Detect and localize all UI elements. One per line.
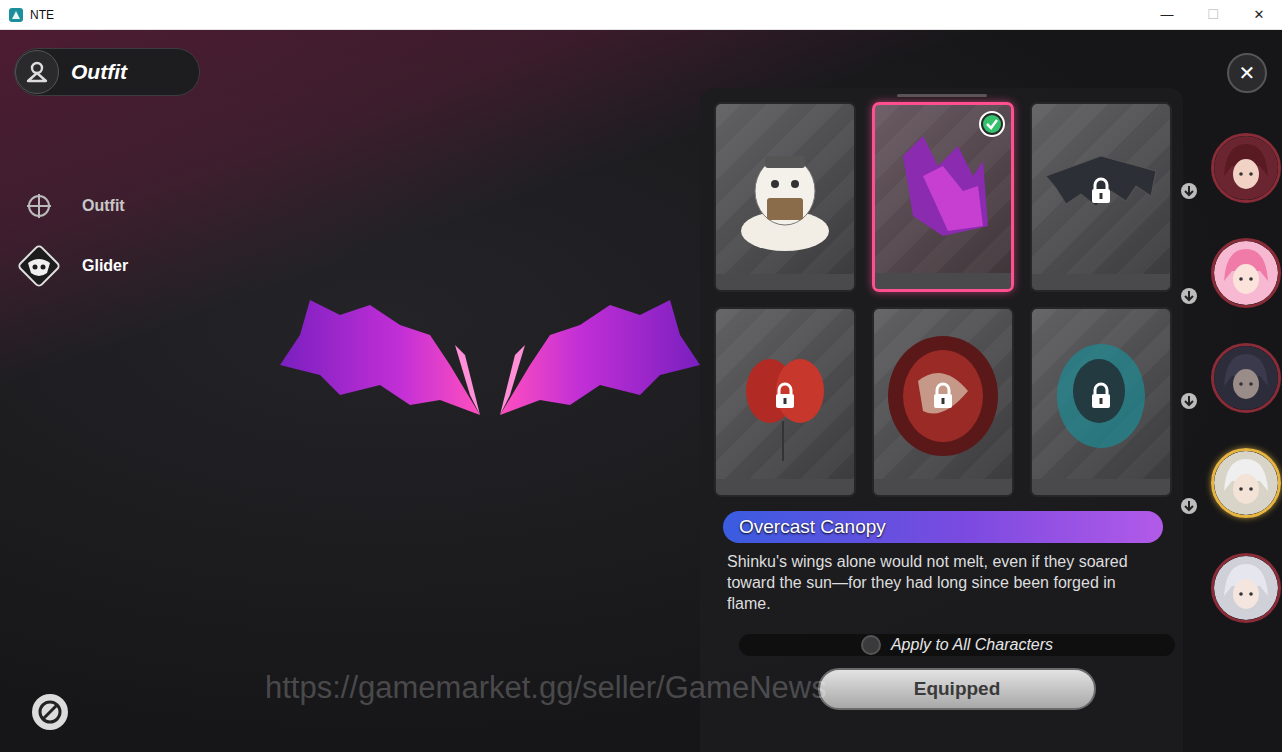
close-button[interactable]: ✕: [1227, 53, 1267, 93]
download-icon: [1180, 392, 1198, 410]
app-logo-icon: [8, 7, 24, 23]
glider-art-icon: [725, 116, 845, 266]
download-icon: [1180, 497, 1198, 515]
character-avatar[interactable]: [1211, 448, 1281, 518]
person-icon: [15, 50, 59, 94]
character-avatar[interactable]: [1211, 343, 1281, 413]
glider-card[interactable]: [1030, 102, 1172, 292]
glider-card[interactable]: [872, 102, 1014, 292]
glider-name: Overcast Canopy: [723, 511, 1163, 543]
character-avatar[interactable]: [1211, 553, 1281, 623]
character-portrait-icon: [1214, 556, 1278, 620]
game-screen: Outfit Outfit Glider Overcast Canopy Shinku'…: [0, 30, 1282, 752]
sidebar-item[interactable]: Outfit: [14, 181, 200, 231]
equipped-check-icon: [979, 111, 1005, 137]
glider-card[interactable]: [714, 102, 856, 292]
window-control-button[interactable]: ☐: [1190, 0, 1236, 29]
glider-card[interactable]: [1030, 307, 1172, 497]
download-icon: [1180, 287, 1198, 305]
character-avatar[interactable]: [1211, 133, 1281, 203]
apply-all-toggle[interactable]: Apply to All Characters: [739, 634, 1175, 656]
character-avatar[interactable]: [1211, 238, 1281, 308]
lock-icon: [1089, 382, 1113, 410]
glider-mask-icon: [14, 241, 64, 291]
window-title: NTE: [30, 8, 54, 22]
download-icon: [1180, 182, 1198, 200]
window-control-button[interactable]: ✕: [1236, 0, 1282, 29]
no-sign-icon: [30, 692, 70, 732]
sidebar-item[interactable]: Glider: [14, 241, 200, 291]
crosshair-icon: [24, 191, 54, 221]
title-bar: NTE —☐✕: [0, 0, 1282, 30]
glider-description: Shinku's wings alone would not melt, eve…: [714, 551, 1169, 614]
character-portrait-icon: [1214, 451, 1278, 515]
character-portrait-icon: [1214, 136, 1278, 200]
lock-icon: [931, 382, 955, 410]
toggle-radio[interactable]: [861, 635, 881, 655]
glider-card[interactable]: [714, 307, 856, 497]
character-portrait-icon: [1214, 346, 1278, 410]
character-portrait-icon: [1214, 241, 1278, 305]
glider-preview: [280, 285, 700, 445]
equip-button[interactable]: Equipped: [818, 668, 1096, 710]
header-title: Outfit: [71, 60, 127, 84]
glider-card[interactable]: [872, 307, 1014, 497]
app-window: NTE—☐✕OutfitOutfitGliderOvercast CanopyS…: [0, 0, 1282, 752]
lock-icon: [773, 382, 797, 410]
window-control-button[interactable]: —: [1144, 0, 1190, 29]
glider-panel: Overcast Canopy Shinku's wings alone woul…: [700, 88, 1183, 752]
outfit-header: Outfit: [14, 48, 200, 96]
lock-icon: [1089, 177, 1113, 205]
hide-button[interactable]: [30, 692, 70, 732]
glider-art-icon: [883, 116, 1003, 266]
